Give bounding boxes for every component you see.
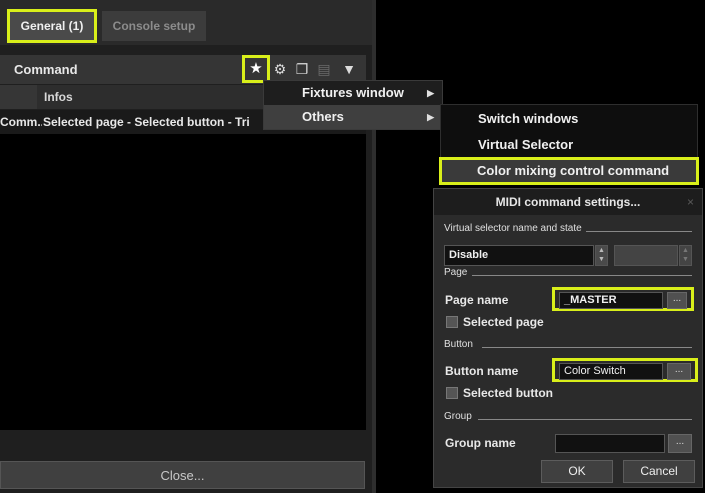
- button-browse-button[interactable]: ...: [667, 363, 691, 380]
- ok-button[interactable]: OK: [541, 460, 613, 483]
- dialog-titlebar: MIDI command settings... ×: [434, 189, 702, 215]
- spinner-icon[interactable]: ▲ ▼: [679, 245, 692, 266]
- row-command: Comm...: [0, 115, 42, 129]
- selected-page-checkbox[interactable]: [446, 316, 458, 328]
- close-icon[interactable]: ×: [687, 189, 694, 215]
- panel-divider[interactable]: [372, 0, 376, 493]
- page-name-field: _MASTER ...: [552, 287, 694, 311]
- spinner-icon[interactable]: ▲ ▼: [595, 245, 608, 266]
- divider: [482, 347, 692, 348]
- menu-item-others[interactable]: Others ▶: [264, 105, 442, 129]
- section-button: Button: [444, 339, 473, 350]
- star-icon[interactable]: ★: [242, 55, 270, 83]
- page-browse-button[interactable]: ...: [667, 292, 687, 309]
- tab-general[interactable]: General (1): [7, 9, 97, 43]
- group-browse-button[interactable]: ...: [668, 434, 692, 453]
- section-group: Group: [444, 411, 472, 422]
- close-button[interactable]: Close...: [0, 461, 365, 489]
- sub-header-command-col: [0, 85, 37, 109]
- menu-item-color-mixing-control-command[interactable]: Color mixing control command: [439, 157, 699, 185]
- selected-button-checkbox[interactable]: [446, 387, 458, 399]
- dialog-title: MIDI command settings...: [495, 195, 641, 209]
- divider: [586, 231, 692, 232]
- selected-button-label: Selected button: [463, 386, 554, 400]
- gear-icon[interactable]: ⚙: [270, 59, 290, 79]
- commands-panel: General (1) Console setup Command ★ ⚙ ❐ …: [0, 0, 376, 493]
- button-name-input[interactable]: Color Switch: [559, 363, 663, 380]
- infos-column-header: Infos: [44, 90, 73, 104]
- virtual-selector-value-input[interactable]: [614, 245, 678, 266]
- midi-command-settings-dialog: MIDI command settings... × Virtual selec…: [433, 188, 703, 488]
- menu-item-label: Fixtures window: [302, 85, 404, 100]
- group-name-input[interactable]: [555, 434, 665, 453]
- page-name-input[interactable]: _MASTER: [559, 292, 663, 309]
- selected-page-label: Selected page: [463, 315, 544, 329]
- menu-item-switch-windows[interactable]: Switch windows: [441, 107, 697, 131]
- page-icon[interactable]: ▤: [314, 59, 334, 79]
- command-column-header: Command: [14, 62, 78, 77]
- chevron-right-icon: ▶: [427, 88, 434, 98]
- submenu-others: Switch windows Virtual Selector Color mi…: [439, 104, 699, 185]
- command-list: Comm... Selected page - Selected button …: [0, 110, 366, 430]
- button-name-label: Button name: [445, 364, 519, 378]
- tab-console-setup[interactable]: Console setup: [102, 11, 206, 41]
- cup-icon[interactable]: ▼: [339, 59, 359, 79]
- row-infos: Selected page - Selected button - Tri: [43, 115, 250, 129]
- context-menu: Fixtures window ▶ Others ▶: [263, 80, 443, 130]
- cancel-button[interactable]: Cancel: [623, 460, 695, 483]
- page-name-label: Page name: [445, 293, 509, 307]
- menu-item-fixtures-window[interactable]: Fixtures window ▶: [264, 81, 442, 105]
- button-name-field: Color Switch ...: [552, 358, 698, 382]
- copy-icon[interactable]: ❐: [292, 59, 312, 79]
- section-page: Page: [444, 267, 468, 278]
- menu-item-virtual-selector[interactable]: Virtual Selector: [441, 133, 697, 157]
- virtual-selector-state-select[interactable]: Disable: [444, 245, 594, 266]
- menu-item-label: Others: [302, 109, 344, 124]
- section-virtual-selector: Virtual selector name and state: [444, 223, 582, 234]
- divider: [472, 275, 692, 276]
- divider: [478, 419, 692, 420]
- tab-bar: General (1) Console setup: [0, 0, 376, 45]
- chevron-right-icon: ▶: [427, 112, 434, 122]
- group-name-label: Group name: [445, 436, 516, 450]
